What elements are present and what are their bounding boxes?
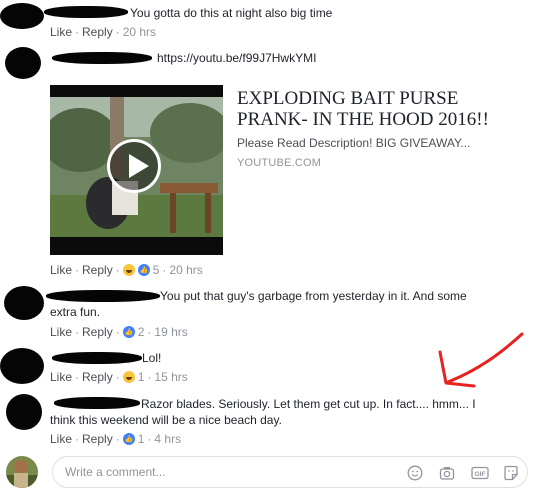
avatar-redacted [4,286,44,320]
timestamp[interactable]: 20 hrs [123,25,156,39]
comment-text-line-2: extra fun. [50,305,101,319]
gif-icon[interactable]: GIF [471,465,489,481]
timestamp[interactable]: 19 hrs [154,325,187,339]
name-redacted [46,290,160,302]
link-url[interactable]: https://youtu.be/f99J7HwkYMI [157,50,316,66]
name-redacted [52,352,142,364]
haha-reaction-icon[interactable] [122,371,135,383]
link-title[interactable]: EXPLODING BAIT PURSE PRANK- IN THE HOOD … [237,88,527,130]
reaction-count[interactable]: 5 [153,263,160,277]
avatar-redacted [0,348,44,384]
reaction-count[interactable]: 2 [138,325,145,339]
reaction-count[interactable]: 1 [138,432,145,446]
comment-input[interactable]: Write a comment... GIF [52,456,528,488]
camera-icon[interactable] [439,465,455,481]
timestamp[interactable]: 20 hrs [169,263,202,277]
avatar-redacted [6,394,42,430]
reply-link[interactable]: Reply [82,263,113,277]
like-link[interactable]: Like [50,25,72,39]
reply-link[interactable]: Reply [82,370,113,384]
like-link[interactable]: Like [50,263,72,277]
video-thumbnail[interactable] [50,85,223,255]
comment-actions: Like·Reply·5·20 hrs [50,263,203,278]
comment-actions: Like·Reply·1·4 hrs [50,432,181,447]
name-redacted [54,397,140,409]
comment-text-line-1: Razor blades. Seriously. Let them get cu… [141,397,476,411]
like-link[interactable]: Like [50,370,72,384]
link-description: Please Read Description! BIG GIVEAWAY... [237,136,471,150]
timestamp[interactable]: 4 hrs [154,432,181,446]
svg-text:GIF: GIF [475,471,486,478]
red-arrow-annotation [438,332,524,388]
timestamp[interactable]: 15 hrs [154,370,187,384]
comment-input-placeholder: Write a comment... [65,465,166,479]
name-redacted [44,6,128,18]
emoji-icon[interactable] [407,465,423,481]
sticker-icon[interactable] [503,465,519,481]
like-reaction-icon[interactable] [122,326,135,340]
comment-text-line-1: You put that guy's garbage from yesterda… [160,289,467,303]
like-reaction-icon[interactable] [122,433,135,447]
reaction-count[interactable]: 1 [138,370,145,384]
like-link[interactable]: Like [50,325,72,339]
comment-actions: Like · Reply · 20 hrs [50,25,157,39]
avatar-redacted [5,47,41,79]
like-reaction-icon[interactable] [137,264,150,278]
comment-text-line-2: think this weekend will be a nice beach … [50,413,282,427]
comment-text: You gotta do this at night also big time [130,6,333,20]
reply-link[interactable]: Reply [82,25,113,39]
reply-link[interactable]: Reply [82,325,113,339]
reply-link[interactable]: Reply [82,432,113,446]
link-preview-card[interactable]: EXPLODING BAIT PURSE PRANK- IN THE HOOD … [50,85,534,255]
avatar-redacted [0,3,44,29]
link-domain: YOUTUBE.COM [237,157,322,169]
haha-reaction-icon[interactable] [122,264,135,276]
comment-actions: Like · Reply · 1 · 15 hrs [50,370,188,384]
like-link[interactable]: Like [50,432,72,446]
play-button[interactable] [107,139,161,193]
name-redacted [52,52,152,64]
comment-text: Lol! [142,351,162,365]
current-user-avatar[interactable] [5,455,39,489]
comment-actions: Like·Reply·2·19 hrs [50,325,188,340]
